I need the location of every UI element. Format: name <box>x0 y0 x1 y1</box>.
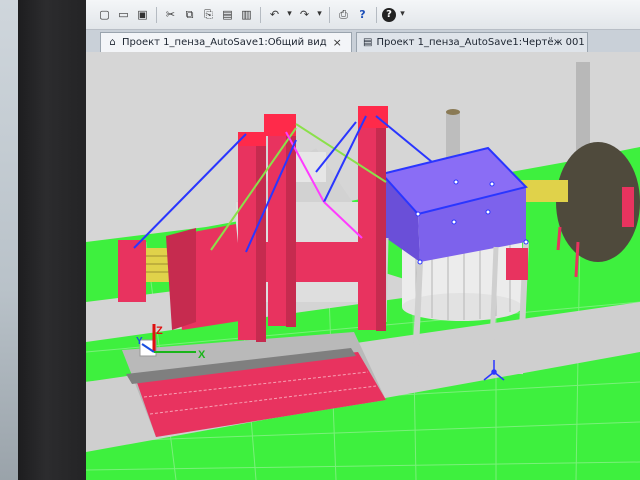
support-leg <box>556 226 562 251</box>
redo-icon[interactable]: ↷ <box>296 6 313 23</box>
cut-icon[interactable]: ✂ <box>162 6 179 23</box>
drawing-icon: ▤ <box>363 37 373 48</box>
tower-cap <box>264 114 296 136</box>
small-house <box>118 240 146 302</box>
toolbar-separator <box>376 6 377 23</box>
context-help-icon[interactable]: ? <box>354 6 371 23</box>
toolbar-separator <box>329 6 330 23</box>
z-axis-label: Z <box>156 325 163 337</box>
support-post <box>506 248 528 280</box>
chimney-top <box>446 109 460 115</box>
clipboard-icon[interactable]: ▤ <box>219 6 236 23</box>
background-wall <box>0 0 20 480</box>
tab-label: Проект 1_пенза_AutoSave1:Общий вид <box>122 37 327 48</box>
save-icon[interactable]: ▣ <box>134 6 151 23</box>
undo-dropdown-icon[interactable]: ▾ <box>285 6 294 23</box>
toolbar-separator <box>260 6 261 23</box>
tower-1 <box>238 140 256 340</box>
new-icon[interactable]: ▢ <box>96 6 113 23</box>
cad-window: ▢ ▭ ▣ ✂ ⧉ ⎘ ▤ ▥ ↶ ▾ ↷ ▾ ⎙ ? ? ▾ ⌂ Проект… <box>86 0 640 480</box>
tab-label: Проект 1_пенза_AutoSave1:Чертёж 001 <box>376 37 585 48</box>
overflow-icon[interactable]: ▾ <box>398 6 407 23</box>
support-post <box>622 187 634 227</box>
tower-3 <box>358 120 376 330</box>
3d-viewport[interactable]: Z X Y <box>86 52 640 480</box>
main-toolbar: ▢ ▭ ▣ ✂ ⧉ ⎘ ▤ ▥ ↶ ▾ ↷ ▾ ⎙ ? ? ▾ <box>86 0 640 30</box>
model-view-icon: ⌂ <box>109 37 116 48</box>
monitor-bezel <box>18 0 88 480</box>
paste-icon[interactable]: ▥ <box>238 6 255 23</box>
tab-drawing-001[interactable]: ▤ Проект 1_пенза_AutoSave1:Чертёж 001 <box>356 32 588 52</box>
tower-3-side <box>376 126 386 331</box>
print-icon[interactable]: ⎙ <box>335 6 352 23</box>
y-axis-label: Y <box>136 336 143 347</box>
help-icon[interactable]: ? <box>382 7 396 22</box>
tower-1-side <box>256 146 266 342</box>
copy-icon[interactable]: ⧉ <box>181 6 198 23</box>
undo-icon[interactable]: ↶ <box>266 6 283 23</box>
document-tab-bar: ⌂ Проект 1_пенза_AutoSave1:Общий вид × ▤… <box>86 30 640 53</box>
paste-special-icon[interactable]: ⎘ <box>200 6 217 23</box>
toolbar-separator <box>156 6 157 23</box>
3d-scene: Z X Y <box>86 52 640 480</box>
support-leg <box>574 241 580 278</box>
open-icon[interactable]: ▭ <box>115 6 132 23</box>
tab-general-view[interactable]: ⌂ Проект 1_пенза_AutoSave1:Общий вид × <box>100 32 352 52</box>
redo-dropdown-icon[interactable]: ▾ <box>315 6 324 23</box>
x-axis-label: X <box>198 349 206 361</box>
close-icon[interactable]: × <box>333 36 342 49</box>
